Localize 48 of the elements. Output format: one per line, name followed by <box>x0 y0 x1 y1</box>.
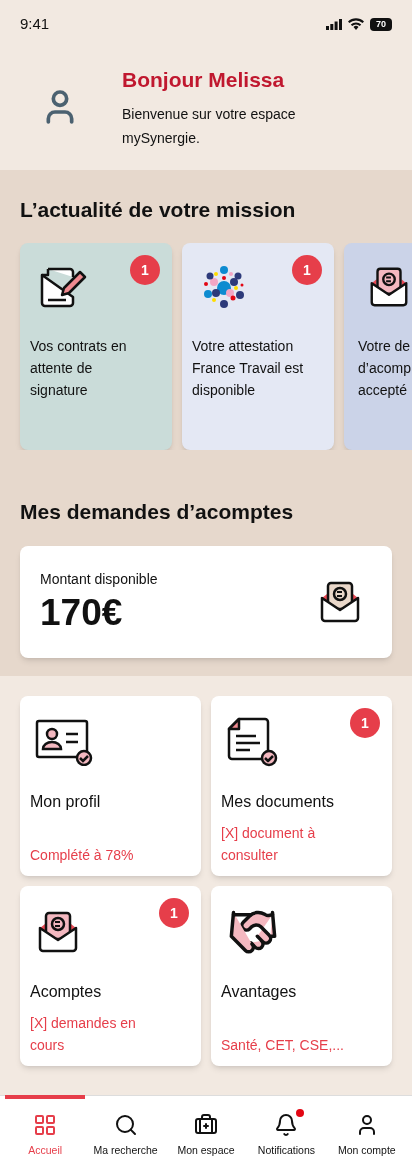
shortcut-tile[interactable]: Mon profil Complété à 78% <box>20 696 201 876</box>
shortcut-tile[interactable]: 1 Acomptes [X] demandes en cours <box>20 886 201 1066</box>
nav-label: Mon compte <box>337 1143 396 1158</box>
nav-label: Notifications <box>257 1143 315 1158</box>
tile-detail: Santé, CET, CSE,... <box>221 1036 345 1055</box>
wifi-icon <box>348 18 364 30</box>
shortcut-tile[interactable]: 1 Mes documents [X] document à consulter <box>211 696 392 876</box>
count-badge: 1 <box>292 255 322 285</box>
tile-title: Avantages <box>221 982 298 1002</box>
count-badge: 1 <box>130 255 160 285</box>
nav-tab[interactable]: Mon compte <box>326 1095 408 1166</box>
nav-label: Accueil <box>28 1143 63 1158</box>
status-time: 9:41 <box>20 13 50 34</box>
tile-detail: Complété à 78% <box>30 846 135 865</box>
card-text: Votre de d’acomp accepté <box>358 337 412 400</box>
nav-tab[interactable]: Ma recherche <box>85 1095 166 1166</box>
battery-indicator: 70 <box>370 17 392 31</box>
news-card[interactable]: 1 Votre attestation France Travail est disponible <box>182 243 334 450</box>
grid-icon <box>33 1113 58 1137</box>
news-card[interactable]: 1 Vos contrats en attente de signature <box>20 243 172 450</box>
signal-icon <box>326 18 342 30</box>
nav-tab[interactable]: Mon espace <box>165 1095 247 1166</box>
tile-title: Mes documents <box>221 792 335 812</box>
nav-label: Mon espace <box>177 1143 235 1158</box>
card-text: Vos contrats en attente de signature <box>30 337 128 400</box>
count-badge: 1 <box>159 898 189 928</box>
balance-card[interactable]: Montant disponible 170€ <box>20 546 392 658</box>
greeting-title: Bonjour Melissa <box>122 67 286 94</box>
card-text: Votre attestation France Travail est disponible <box>192 337 305 400</box>
balance-amount: 170€ <box>40 590 124 635</box>
shortcut-tile[interactable]: Avantages Santé, CET, CSE,... <box>211 886 392 1066</box>
balance-label: Montant disponible <box>40 569 158 589</box>
nav-tab[interactable]: Accueil <box>5 1095 86 1166</box>
briefcase-icon <box>194 1113 218 1137</box>
nav-tab[interactable]: Notifications <box>246 1095 327 1166</box>
section-title: Mes demandes d’acomptes <box>19 499 295 524</box>
news-card[interactable]: Votre de d’acomp accepté <box>344 243 412 450</box>
section-title: L’actualité de votre mission <box>19 197 297 222</box>
tile-detail: [X] document à consulter <box>221 824 317 865</box>
tile-title: Mon profil <box>30 792 102 812</box>
count-badge: 1 <box>350 708 380 738</box>
id-card-check-icon <box>34 718 94 766</box>
welcome-text: Bienvenue sur votre espace mySynergie. <box>122 104 297 148</box>
bell-icon <box>274 1113 299 1137</box>
tile-title: Acomptes <box>30 982 103 1002</box>
tile-detail: [X] demandes en cours <box>30 1014 137 1055</box>
nav-label: Ma recherche <box>93 1143 158 1158</box>
search-icon <box>113 1113 138 1137</box>
